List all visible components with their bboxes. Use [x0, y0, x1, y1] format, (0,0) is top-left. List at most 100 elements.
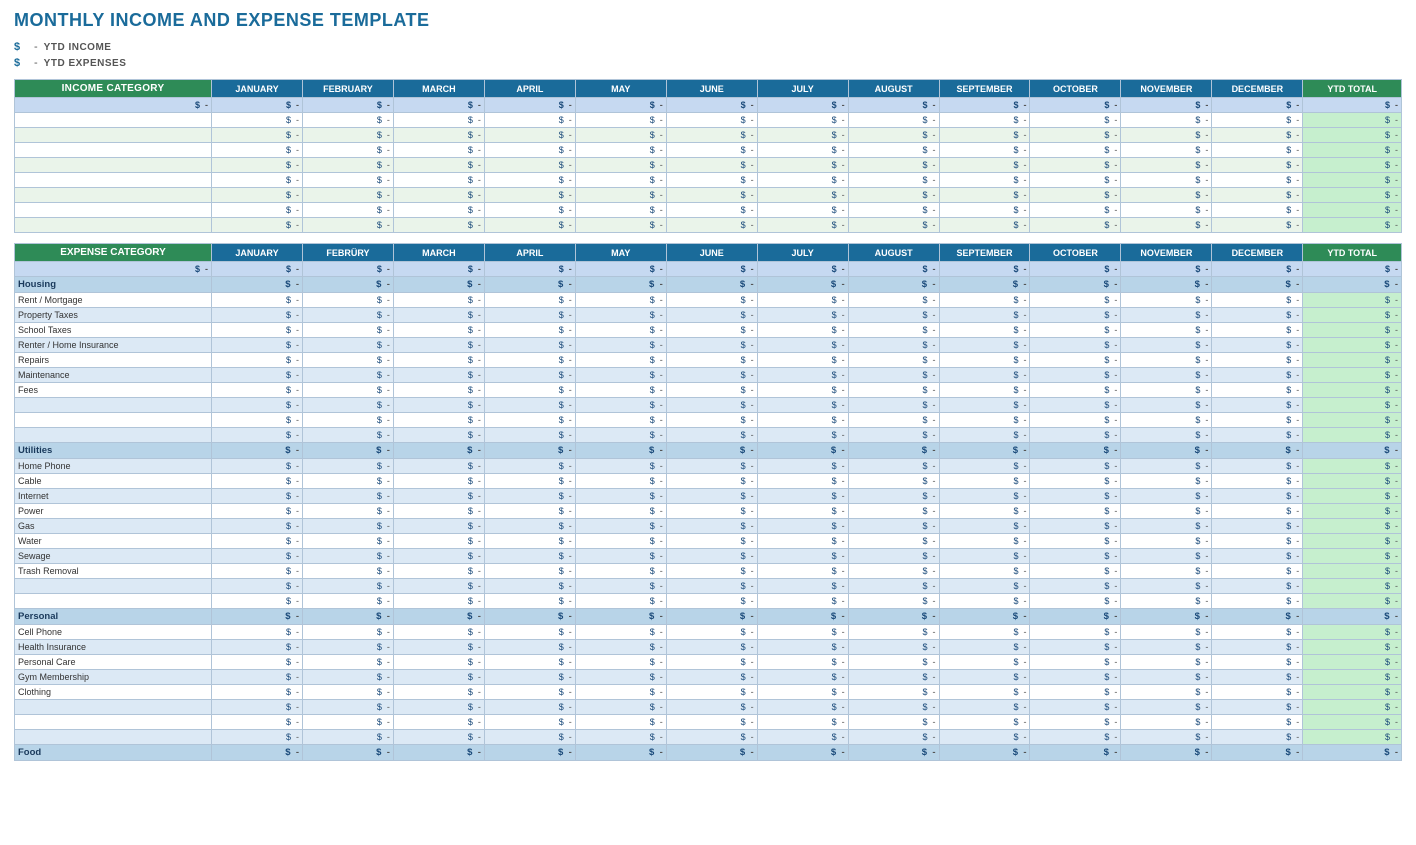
- expense-item-month[interactable]: $ -: [757, 579, 848, 594]
- income-month-cell[interactable]: $ -: [575, 203, 666, 218]
- expense-item-month[interactable]: $ -: [1121, 459, 1212, 474]
- expense-item-ytd[interactable]: $ -: [1303, 504, 1402, 519]
- expense-item-month[interactable]: $ -: [212, 549, 303, 564]
- income-month-cell[interactable]: $ -: [393, 128, 484, 143]
- income-month-cell[interactable]: $ -: [848, 173, 939, 188]
- expense-item-month[interactable]: $ -: [212, 700, 303, 715]
- income-month-cell[interactable]: $ -: [484, 143, 575, 158]
- expense-item-month[interactable]: $ -: [848, 323, 939, 338]
- expense-item-month[interactable]: $ -: [393, 519, 484, 534]
- expense-item-month[interactable]: $ -: [212, 323, 303, 338]
- expense-item-month[interactable]: $ -: [393, 383, 484, 398]
- expense-item-month[interactable]: $ -: [1030, 685, 1121, 700]
- income-category-cell[interactable]: [15, 218, 212, 233]
- expense-item-month[interactable]: $ -: [575, 338, 666, 353]
- expense-item-month[interactable]: $ -: [1030, 700, 1121, 715]
- income-month-cell[interactable]: $ -: [484, 188, 575, 203]
- expense-item-month[interactable]: $ -: [575, 293, 666, 308]
- expense-item-month[interactable]: $ -: [302, 383, 393, 398]
- expense-item-category[interactable]: Property Taxes: [15, 308, 212, 323]
- expense-item-month[interactable]: $ -: [302, 579, 393, 594]
- expense-item-month[interactable]: $ -: [393, 489, 484, 504]
- expense-item-month[interactable]: $ -: [757, 715, 848, 730]
- income-month-cell[interactable]: $ -: [212, 128, 303, 143]
- expense-item-month[interactable]: $ -: [484, 640, 575, 655]
- expense-item-month[interactable]: $ -: [302, 459, 393, 474]
- expense-item-month[interactable]: $ -: [666, 338, 757, 353]
- expense-item-month[interactable]: $ -: [666, 700, 757, 715]
- income-month-cell[interactable]: $ -: [848, 128, 939, 143]
- expense-item-month[interactable]: $ -: [1121, 413, 1212, 428]
- expense-item-month[interactable]: $ -: [1030, 640, 1121, 655]
- expense-item-month[interactable]: $ -: [666, 459, 757, 474]
- expense-item-ytd[interactable]: $ -: [1303, 353, 1402, 368]
- expense-item-month[interactable]: $ -: [757, 398, 848, 413]
- expense-item-month[interactable]: $ -: [1121, 489, 1212, 504]
- expense-item-month[interactable]: $ -: [393, 323, 484, 338]
- expense-item-month[interactable]: $ -: [393, 338, 484, 353]
- expense-item-category[interactable]: Cell Phone: [15, 625, 212, 640]
- expense-item-category[interactable]: [15, 579, 212, 594]
- income-month-cell[interactable]: $ -: [393, 218, 484, 233]
- expense-item-month[interactable]: $ -: [939, 549, 1030, 564]
- expense-item-month[interactable]: $ -: [484, 413, 575, 428]
- income-month-cell[interactable]: $ -: [302, 113, 393, 128]
- expense-item-month[interactable]: $ -: [757, 700, 848, 715]
- expense-item-month[interactable]: $ -: [302, 323, 393, 338]
- expense-item-month[interactable]: $ -: [393, 640, 484, 655]
- income-month-cell[interactable]: $ -: [939, 188, 1030, 203]
- income-month-cell[interactable]: $ -: [666, 218, 757, 233]
- expense-item-month[interactable]: $ -: [1121, 353, 1212, 368]
- expense-item-month[interactable]: $ -: [848, 504, 939, 519]
- income-month-cell[interactable]: $ -: [757, 128, 848, 143]
- expense-item-ytd[interactable]: $ -: [1303, 308, 1402, 323]
- income-month-cell[interactable]: $ -: [939, 218, 1030, 233]
- income-month-cell[interactable]: $ -: [666, 158, 757, 173]
- income-ytd-cell[interactable]: $ -: [1303, 173, 1402, 188]
- income-month-cell[interactable]: $ -: [666, 113, 757, 128]
- expense-item-month[interactable]: $ -: [1212, 398, 1303, 413]
- expense-item-month[interactable]: $ -: [575, 504, 666, 519]
- expense-item-month[interactable]: $ -: [484, 383, 575, 398]
- income-month-cell[interactable]: $ -: [212, 143, 303, 158]
- expense-item-month[interactable]: $ -: [666, 293, 757, 308]
- expense-item-ytd[interactable]: $ -: [1303, 685, 1402, 700]
- expense-item-month[interactable]: $ -: [1212, 474, 1303, 489]
- expense-item-month[interactable]: $ -: [212, 459, 303, 474]
- income-category-cell[interactable]: [15, 173, 212, 188]
- expense-item-ytd[interactable]: $ -: [1303, 579, 1402, 594]
- income-month-cell[interactable]: $ -: [1121, 128, 1212, 143]
- expense-item-month[interactable]: $ -: [212, 625, 303, 640]
- expense-item-month[interactable]: $ -: [302, 368, 393, 383]
- expense-item-month[interactable]: $ -: [1212, 323, 1303, 338]
- expense-item-month[interactable]: $ -: [393, 625, 484, 640]
- expense-item-month[interactable]: $ -: [939, 383, 1030, 398]
- expense-item-category[interactable]: [15, 413, 212, 428]
- expense-item-month[interactable]: $ -: [848, 413, 939, 428]
- expense-item-month[interactable]: $ -: [484, 353, 575, 368]
- expense-item-month[interactable]: $ -: [1030, 579, 1121, 594]
- expense-item-month[interactable]: $ -: [1030, 474, 1121, 489]
- expense-item-month[interactable]: $ -: [757, 368, 848, 383]
- expense-item-month[interactable]: $ -: [302, 428, 393, 443]
- expense-item-month[interactable]: $ -: [939, 730, 1030, 745]
- expense-item-month[interactable]: $ -: [1121, 564, 1212, 579]
- expense-item-month[interactable]: $ -: [848, 670, 939, 685]
- income-month-cell[interactable]: $ -: [1212, 218, 1303, 233]
- income-month-cell[interactable]: $ -: [302, 143, 393, 158]
- income-month-cell[interactable]: $ -: [393, 173, 484, 188]
- income-month-cell[interactable]: $ -: [575, 173, 666, 188]
- expense-item-month[interactable]: $ -: [939, 353, 1030, 368]
- expense-item-category[interactable]: [15, 730, 212, 745]
- income-month-cell[interactable]: $ -: [939, 158, 1030, 173]
- expense-item-category[interactable]: Internet: [15, 489, 212, 504]
- expense-item-month[interactable]: $ -: [484, 685, 575, 700]
- expense-item-month[interactable]: $ -: [666, 730, 757, 745]
- income-month-cell[interactable]: $ -: [212, 188, 303, 203]
- expense-item-month[interactable]: $ -: [575, 715, 666, 730]
- income-month-cell[interactable]: $ -: [1212, 188, 1303, 203]
- expense-item-month[interactable]: $ -: [1030, 519, 1121, 534]
- expense-item-month[interactable]: $ -: [666, 413, 757, 428]
- income-month-cell[interactable]: $ -: [757, 113, 848, 128]
- expense-item-month[interactable]: $ -: [757, 625, 848, 640]
